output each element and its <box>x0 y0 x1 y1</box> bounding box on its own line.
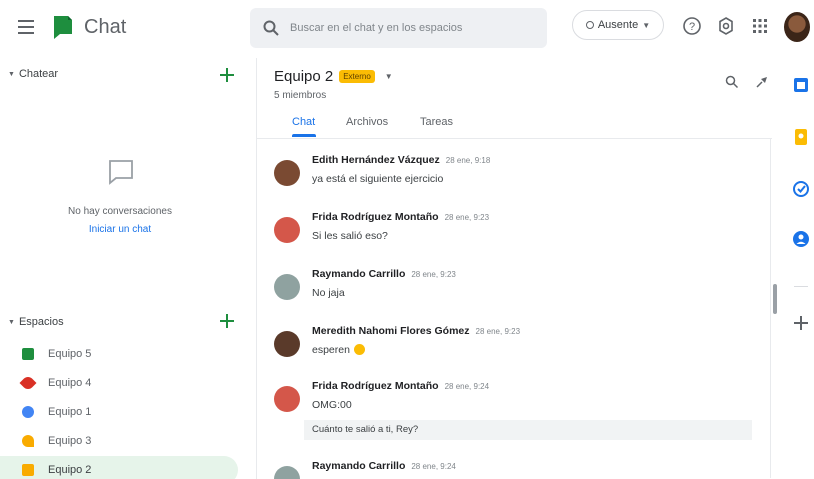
external-badge: Externo <box>339 70 375 83</box>
status-dropdown[interactable]: Ausente ▼ <box>572 10 664 40</box>
space-emoji-icon <box>22 406 34 418</box>
message-author: Raymando Carrillo 28 ene, 9:24 <box>312 460 456 472</box>
space-emoji-icon <box>19 374 37 392</box>
message-time: 28 ene, 9:24 <box>411 462 456 471</box>
account-avatar[interactable] <box>784 12 810 42</box>
space-label: Equipo 3 <box>48 435 92 447</box>
space-label: Equipo 4 <box>48 377 92 389</box>
no-conversations-text: No hay conversaciones <box>68 206 172 217</box>
space-label: Equipo 2 <box>48 464 92 476</box>
top-bar: Chat Ausente ▼ ? <box>0 0 814 58</box>
status-away-icon <box>585 21 594 29</box>
help-icon[interactable]: ? <box>682 16 702 36</box>
empty-chat-icon <box>109 160 133 185</box>
space-item-equipo-4[interactable]: Equipo 4 <box>0 369 238 397</box>
message-author: Edith Hernández Vázquez 28 ene, 9:18 <box>312 154 491 166</box>
message-text: OMG:00 <box>312 399 352 411</box>
message-time: 28 ene, 9:23 <box>444 213 490 222</box>
chat-section-header[interactable]: ▼ Chatear <box>8 68 58 80</box>
user-avatar[interactable] <box>274 274 300 300</box>
add-app-plus-icon[interactable] <box>794 316 808 330</box>
start-chat-link[interactable]: Iniciar un chat <box>0 224 240 235</box>
pin-icon[interactable] <box>754 74 770 90</box>
calendar-icon[interactable] <box>792 76 810 94</box>
message-author: Frida Rodríguez Montaño 28 ene, 9:23 <box>312 211 490 223</box>
spaces-section-header[interactable]: ▼ Espacios <box>8 316 64 328</box>
space-item-equipo-2[interactable]: Equipo 2 <box>0 456 238 479</box>
message-author: Raymando Carrillo 28 ene, 9:23 <box>312 268 456 280</box>
message-text: No jaja <box>312 287 345 299</box>
chevron-down-icon: ▼ <box>642 20 651 30</box>
settings-icon[interactable] <box>716 16 736 36</box>
user-avatar[interactable] <box>274 217 300 243</box>
tab-archivos[interactable]: Archivos <box>346 116 388 128</box>
status-label: Ausente <box>597 19 639 31</box>
space-emoji-icon <box>22 464 34 476</box>
space-label: Equipo 1 <box>48 406 92 418</box>
active-tab-indicator <box>292 134 316 137</box>
space-item-equipo-5[interactable]: Equipo 5 <box>0 340 238 368</box>
space-emoji-icon <box>22 435 34 447</box>
chat-logo-icon <box>54 16 72 39</box>
message-time: 28 ene, 9:23 <box>475 327 521 336</box>
message-time: 28 ene, 9:24 <box>444 382 490 391</box>
room-menu-chevron-icon[interactable]: ▼ <box>385 72 393 81</box>
message-text: ya está el siguiente ejercicio <box>312 173 444 185</box>
collapse-triangle-icon: ▼ <box>8 318 15 326</box>
user-avatar[interactable] <box>274 466 300 479</box>
space-item-equipo-1[interactable]: Equipo 1 <box>0 398 238 426</box>
sidebar: ▼ Chatear No hay conversaciones Iniciar … <box>0 58 256 479</box>
message-time: 28 ene, 9:18 <box>445 156 491 165</box>
message-author: Meredith Nahomi Flores Gómez 28 ene, 9:23 <box>312 325 521 337</box>
message-text-followup[interactable]: Cuánto te salió a ti, Rey? <box>304 420 752 440</box>
message-author: Frida Rodríguez Montaño 28 ene, 9:24 <box>312 380 490 392</box>
space-label: Equipo 5 <box>48 348 92 360</box>
tab-chat[interactable]: Chat <box>292 116 315 128</box>
message-text: Si les salió eso? <box>312 230 388 242</box>
scroll-track <box>770 138 771 478</box>
member-count[interactable]: 5 miembros <box>274 90 326 101</box>
user-avatar[interactable] <box>274 331 300 357</box>
apps-grid-icon[interactable] <box>750 16 770 36</box>
message-time: 28 ene, 9:23 <box>411 270 456 279</box>
keep-icon[interactable] <box>792 128 810 146</box>
smile-emoji-icon <box>353 344 365 355</box>
divider <box>794 286 808 287</box>
message-list: Edith Hernández Vázquez 28 ene, 9:18 ya e… <box>256 148 772 479</box>
message-text: esperen <box>312 344 365 356</box>
contacts-icon[interactable] <box>792 230 810 248</box>
app-title: Chat <box>84 16 127 38</box>
side-panel-rail <box>788 58 814 479</box>
collapse-triangle-icon: ▼ <box>8 70 15 78</box>
room-header[interactable]: Equipo 2 Externo ▼ <box>274 68 393 85</box>
new-chat-plus-icon[interactable] <box>220 68 234 82</box>
main-menu-icon[interactable] <box>18 20 34 34</box>
chat-main-panel: Equipo 2 Externo ▼ 5 miembros Chat Archi… <box>256 58 788 479</box>
space-emoji-icon <box>22 348 34 360</box>
room-title: Equipo 2 <box>274 68 334 85</box>
svg-text:?: ? <box>689 21 695 33</box>
divider <box>256 138 772 139</box>
user-avatar[interactable] <box>274 160 300 186</box>
space-item-equipo-3[interactable]: Equipo 3 <box>0 427 238 455</box>
tab-tareas[interactable]: Tareas <box>420 116 453 128</box>
chat-section-label: Chatear <box>18 68 59 80</box>
tasks-icon[interactable] <box>792 180 810 198</box>
spaces-section-label: Espacios <box>18 316 64 328</box>
user-avatar[interactable] <box>274 386 300 412</box>
scrollbar-thumb[interactable] <box>773 284 777 314</box>
search-in-room-icon[interactable] <box>724 74 740 90</box>
new-space-plus-icon[interactable] <box>220 314 234 328</box>
search-bar[interactable] <box>250 8 547 48</box>
search-icon[interactable] <box>262 19 280 37</box>
search-input[interactable] <box>290 18 540 38</box>
